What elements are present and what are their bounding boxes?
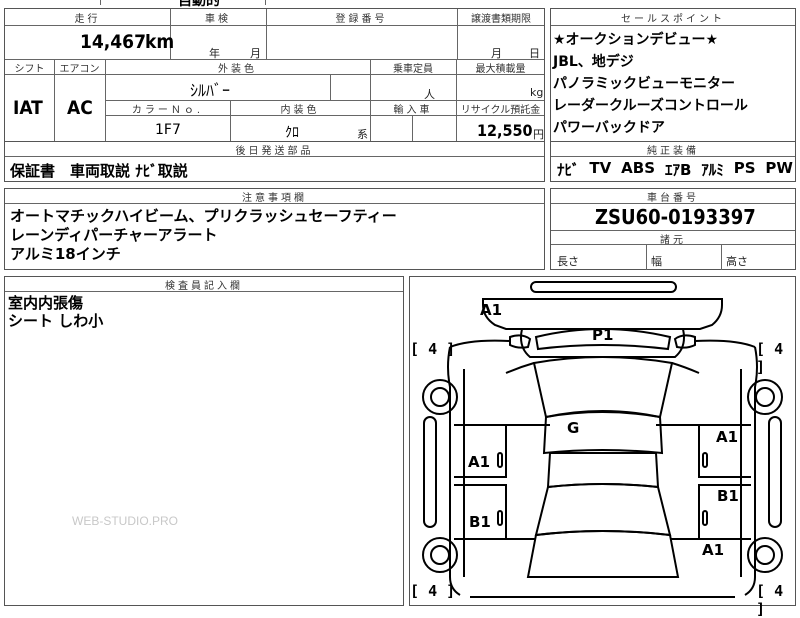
mileage-unit: km (145, 31, 175, 53)
max-load-unit: kg (530, 86, 544, 99)
note-line: オートマチックハイビーム、プリクラッシュセーフティー (10, 207, 397, 225)
tire-front-right: [ 4 ] (756, 340, 784, 376)
note-line: アルミ18インチ (10, 245, 121, 263)
interior-color-label: 内装色 (280, 105, 320, 116)
aircon-label: エアコン (59, 64, 100, 75)
equipment-list: ﾅﾋﾞ TV ABS ｴｱB ｱﾙﾐ PS PW (557, 159, 793, 180)
recycle-value: 12,550 (477, 121, 533, 140)
equipment-item: ﾅﾋﾞ (557, 161, 580, 179)
dimensions-height: 高さ (726, 255, 748, 268)
tire-rear-left: [ 4 ] (410, 582, 456, 600)
max-load-label: 最大積載量 (475, 64, 526, 75)
equipment-item: TV (589, 159, 612, 177)
chassis-box: 車台番号 ZSU60-0193397 諸元 長さ 幅 高さ (550, 188, 796, 270)
equipment-item: ｱﾙﾐ (701, 161, 724, 179)
damage-mark-left-front-door: A1 (468, 453, 491, 471)
damage-mark-right-front-door: A1 (716, 428, 739, 446)
equipment-item: ABS (621, 159, 656, 177)
import-label: 輸入車 (393, 105, 433, 116)
equipment-item: ｴｱB (664, 161, 692, 179)
sales-point-item: レーダークルーズコントロール (553, 98, 748, 114)
exterior-color-value: ｼﾙﾊﾞｰ (190, 81, 231, 100)
inspector-line: シート しわ小 (8, 312, 104, 330)
tire-front-left: [ 4 ] (410, 340, 456, 358)
inspector-label: 検査員記入欄 (165, 281, 243, 292)
equipment-label: 純正装備 (647, 146, 699, 157)
interior-color-suffix: 系 (357, 128, 368, 141)
interior-color-value: ｸﾛ (285, 125, 299, 141)
vehicle-info-table: 走行 車検 登録番号 譲渡書類期限 14,467 km 年 月 月 日 シフト … (4, 8, 545, 142)
damage-mark-right-rear-fender: A1 (702, 541, 725, 559)
aircon-value: AC (67, 97, 93, 119)
equipment-box: 純正装備 ﾅﾋﾞ TV ABS ｴｱB ｱﾙﾐ PS PW (550, 142, 796, 182)
mileage-value: 14,467 (80, 31, 146, 53)
car-diagram: A1 P1 G A1 B1 A1 B1 A1 [ 4 ] [ 4 ] [ 4 ]… (409, 276, 796, 618)
equipment-item: PW (765, 159, 793, 177)
transfer-label: 譲渡書類期限 (471, 14, 531, 25)
damage-mark-roof: G (567, 419, 580, 437)
later-parts-label: 後日発送部品 (235, 146, 314, 157)
sales-points-label: セールスポイント (621, 14, 725, 25)
notes-box: 注意事項欄 オートマチックハイビーム、プリクラッシュセーフティー レーンディパー… (4, 188, 545, 270)
color-no-value: 1F7 (155, 122, 181, 138)
tire-rear-right: [ 4 ] (756, 582, 784, 618)
later-parts-box: 後日発送部品 保証書 車両取説 ﾅﾋﾞ取説 (4, 142, 545, 182)
sales-point-item: ★オークションデビュー★ (553, 32, 719, 48)
dimensions-length: 長さ (557, 255, 579, 268)
sales-point-item: パノラミックビューモニター (553, 76, 735, 92)
shift-value: IAT (13, 97, 43, 119)
recycle-label: リサイクル預託金 (460, 105, 541, 116)
sales-points-box: セールスポイント ★オークションデビュー★ JBL、地デジ パノラミックビューモ… (550, 8, 796, 142)
inspector-lines: 室内内張傷 シート しわ小 (8, 294, 103, 330)
exterior-color-label: 外装色 (218, 64, 257, 75)
notes-label: 注意事項欄 (242, 193, 307, 204)
sales-points-list: ★オークションデビュー★ JBL、地デジ パノラミックビューモニター レーダーク… (553, 29, 748, 139)
chassis-value: ZSU60-0193397 (595, 205, 756, 229)
dimensions-label: 諸元 (660, 235, 686, 246)
notes-lines: オートマチックハイビーム、プリクラッシュセーフティー レーンディパーチャーアラー… (10, 207, 397, 264)
shaken-label: 車検 (205, 14, 231, 25)
color-no-label: カラーＮｏ. (131, 105, 204, 116)
chassis-label: 車台番号 (647, 193, 699, 204)
damage-mark-hood: P1 (592, 326, 614, 344)
damage-mark-right-rear-door: B1 (717, 487, 739, 505)
damage-mark-left-rear-door: B1 (469, 513, 491, 531)
note-line: レーンディパーチャーアラート (10, 226, 218, 244)
later-parts-value: 保証書 車両取説 ﾅﾋﾞ取説 (10, 162, 188, 180)
damage-mark-front-bumper: A1 (480, 301, 503, 319)
capacity-label: 乗車定員 (393, 64, 433, 75)
dimensions-width: 幅 (651, 255, 662, 268)
shift-label: シフト (14, 64, 45, 75)
equipment-item: PS (733, 159, 756, 177)
inspector-line: 室内内張傷 (8, 294, 84, 312)
inspector-box: 検査員記入欄 室内内張傷 シート しわ小 (4, 276, 404, 606)
sales-point-item: パワーバックドア (553, 120, 665, 136)
recycle-unit: 円 (533, 128, 544, 141)
sales-point-item: JBL、地デジ (553, 54, 634, 70)
watermark: WEB-STUDIO.PRO (72, 514, 179, 528)
mileage-label: 走行 (74, 14, 101, 25)
top-strip: 自動的 (0, 0, 550, 9)
registration-label: 登録番号 (335, 14, 388, 25)
